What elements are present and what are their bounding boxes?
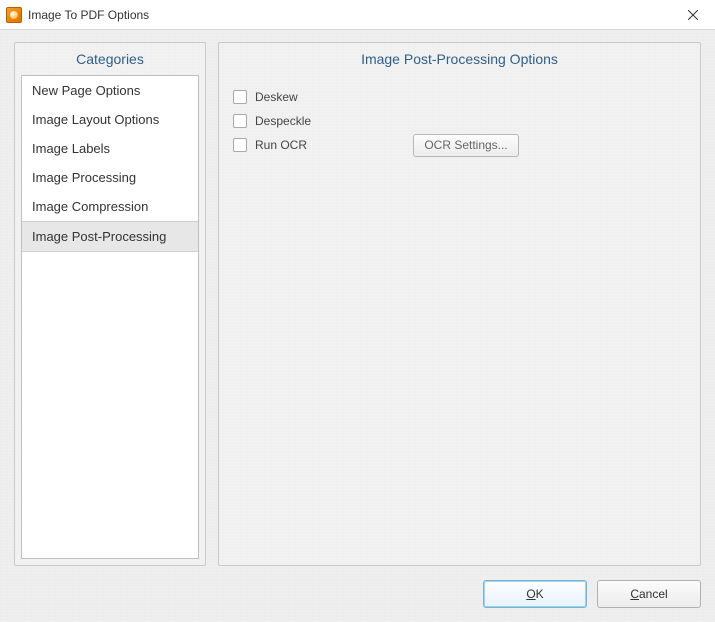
app-icon — [6, 7, 22, 23]
cancel-rest: ancel — [639, 587, 668, 601]
ok-button[interactable]: OK — [483, 580, 587, 608]
categories-list: New Page Options Image Layout Options Im… — [21, 75, 199, 559]
options-header: Image Post-Processing Options — [219, 43, 700, 75]
despeckle-label: Despeckle — [255, 114, 405, 128]
option-row-despeckle: Despeckle — [233, 109, 686, 133]
option-row-deskew: Deskew — [233, 85, 686, 109]
panel-row: Categories New Page Options Image Layout… — [14, 42, 701, 566]
cancel-button[interactable]: Cancel — [597, 580, 701, 608]
close-button[interactable] — [670, 0, 715, 30]
categories-panel: Categories New Page Options Image Layout… — [14, 42, 206, 566]
category-image-processing[interactable]: Image Processing — [22, 163, 198, 192]
titlebar: Image To PDF Options — [0, 0, 715, 30]
category-image-compression[interactable]: Image Compression — [22, 192, 198, 221]
ok-mnemonic: O — [526, 587, 535, 601]
app-icon-inner — [10, 11, 18, 19]
client-area: Categories New Page Options Image Layout… — [0, 30, 715, 622]
deskew-checkbox[interactable] — [233, 90, 247, 104]
categories-header: Categories — [15, 43, 205, 75]
dialog-button-row: OK Cancel — [483, 580, 701, 608]
category-image-layout-options[interactable]: Image Layout Options — [22, 105, 198, 134]
options-body: Deskew Despeckle Run OCR OCR Settings... — [219, 75, 700, 167]
despeckle-checkbox[interactable] — [233, 114, 247, 128]
category-new-page-options[interactable]: New Page Options — [22, 76, 198, 105]
deskew-label: Deskew — [255, 90, 405, 104]
options-panel: Image Post-Processing Options Deskew Des… — [218, 42, 701, 566]
run-ocr-checkbox[interactable] — [233, 138, 247, 152]
window-title: Image To PDF Options — [28, 8, 149, 22]
category-image-labels[interactable]: Image Labels — [22, 134, 198, 163]
run-ocr-label: Run OCR — [255, 138, 405, 152]
close-icon — [688, 10, 698, 20]
ok-rest: K — [536, 587, 544, 601]
cancel-mnemonic: C — [630, 587, 639, 601]
category-image-post-processing[interactable]: Image Post-Processing — [22, 221, 198, 252]
option-row-run-ocr: Run OCR OCR Settings... — [233, 133, 686, 157]
ocr-settings-button[interactable]: OCR Settings... — [413, 134, 519, 157]
